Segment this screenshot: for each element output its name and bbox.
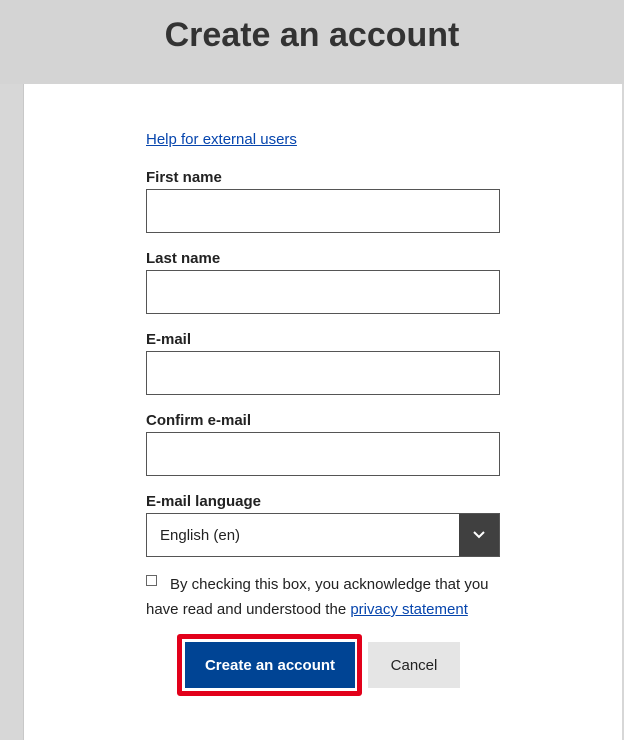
confirm-email-input[interactable] [146, 432, 500, 476]
first-name-label: First name [146, 169, 222, 186]
last-name-input[interactable] [146, 270, 500, 314]
first-name-input[interactable] [146, 189, 500, 233]
help-link[interactable]: Help for external users [146, 131, 297, 148]
email-label: E-mail [146, 331, 192, 348]
chevron-down-icon[interactable] [459, 514, 499, 556]
consent-text: By checking this box, you acknowledge th… [146, 572, 516, 622]
page-title: Create an account [164, 16, 460, 54]
email-language-label: E-mail language [146, 493, 262, 510]
create-account-button[interactable]: Create an account [185, 642, 355, 688]
last-name-label: Last name [146, 250, 221, 267]
privacy-statement-link[interactable]: privacy statement [350, 601, 468, 618]
cancel-button[interactable]: Cancel [368, 642, 460, 688]
confirm-email-label: Confirm e-mail [146, 412, 252, 429]
page-header: Create an account [0, 0, 624, 84]
email-language-select[interactable]: English (en) [146, 513, 500, 557]
email-input[interactable] [146, 351, 500, 395]
email-language-value: English (en) [160, 527, 241, 544]
